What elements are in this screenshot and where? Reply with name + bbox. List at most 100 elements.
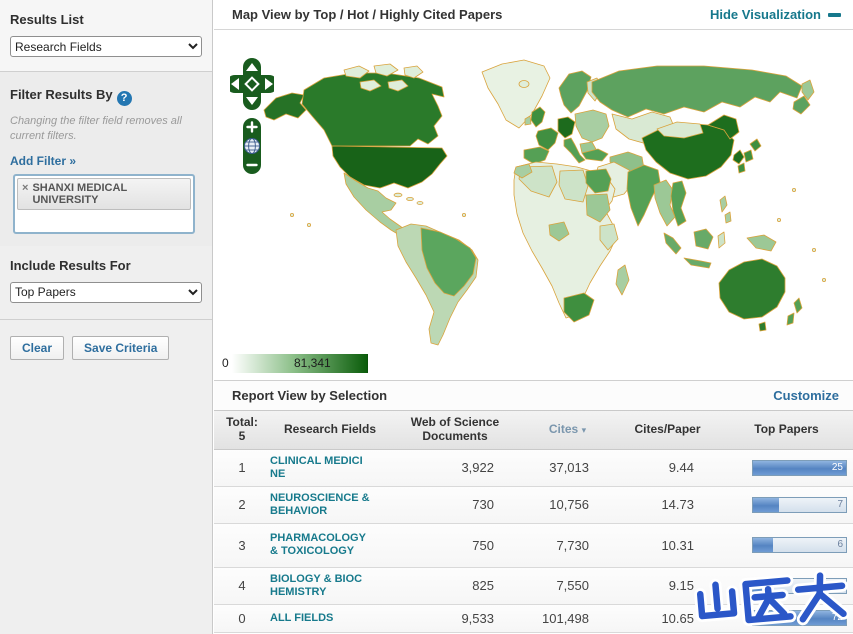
island-borneo[interactable] (693, 228, 714, 250)
report-table-header: Total: 5 Research Fields Web of Science … (214, 410, 853, 450)
top-papers-value: 6 (837, 539, 843, 551)
islet (812, 247, 817, 252)
results-list-select[interactable]: Research Fields (10, 36, 202, 57)
clear-button[interactable]: Clear (10, 335, 65, 360)
row-docs: 730 (472, 497, 494, 513)
world-map-visualization[interactable]: 0 81,341 (214, 30, 853, 380)
caribbean-island[interactable] (416, 201, 424, 205)
country-japan[interactable] (743, 149, 754, 163)
field-link[interactable]: ALL FIELDS (270, 612, 370, 625)
region-east-europe[interactable] (574, 109, 610, 143)
field-link[interactable]: NEUROSCIENCE & BEHAVIOR (270, 492, 370, 518)
caribbean-island[interactable] (406, 196, 414, 201)
map-navigation-controls[interactable] (230, 56, 274, 206)
filter-heading: Filter Results By (10, 87, 113, 102)
country-south-africa[interactable] (563, 292, 595, 323)
main-panel: Map View by Top / Hot / Highly Cited Pap… (214, 0, 853, 634)
country-korea[interactable] (732, 149, 745, 165)
row-cites: 7,730 (556, 537, 589, 553)
table-row: 0 ALL FIELDS 9,533 101,498 10.65 72 (214, 604, 853, 633)
row-docs: 825 (472, 578, 494, 594)
country-germany[interactable] (557, 116, 576, 139)
col-total: Total: 5 (226, 415, 258, 443)
country-japan[interactable] (749, 138, 762, 152)
row-docs: 750 (472, 537, 494, 553)
add-filter-link[interactable]: Add Filter » (10, 154, 76, 168)
results-list-section: Results List Research Fields (0, 0, 212, 72)
islet (822, 277, 827, 282)
report-header: Report View by Selection Customize (214, 380, 853, 410)
report-title: Report View by Selection (232, 388, 388, 403)
map-color-legend: 0 81,341 (222, 354, 372, 373)
islet (290, 212, 295, 217)
map-panel-header: Map View by Top / Hot / Highly Cited Pap… (214, 0, 853, 30)
col-top-papers: Top Papers (754, 422, 819, 437)
country-new-zealand[interactable] (793, 297, 803, 314)
island-tasmania[interactable] (758, 321, 767, 332)
filter-chip[interactable]: × SHANXI MEDICAL UNIVERSITY (17, 177, 191, 210)
col-documents: Web of Science Documents (410, 415, 500, 443)
country-spain[interactable] (523, 146, 550, 165)
row-cites: 37,013 (549, 460, 589, 476)
hide-visualization-link[interactable]: Hide Visualization (710, 7, 841, 22)
country-france[interactable] (535, 127, 559, 151)
report-table: Total: 5 Research Fields Web of Science … (214, 410, 853, 633)
row-cites-paper: 9.15 (668, 578, 694, 594)
row-cites-paper: 9.44 (668, 460, 694, 476)
save-criteria-button[interactable]: Save Criteria (72, 335, 170, 360)
active-filters-box: × SHANXI MEDICAL UNIVERSITY (13, 173, 195, 234)
table-row: 1 CLINICAL MEDICINE 3,922 37,013 9.44 25 (214, 450, 853, 487)
include-results-select[interactable]: Top Papers (10, 281, 202, 303)
remove-filter-icon[interactable]: × (22, 182, 28, 194)
country-philippines[interactable] (719, 195, 728, 213)
top-papers-bar: 25 (752, 459, 847, 476)
row-rank: 4 (238, 578, 246, 594)
country-australia[interactable] (718, 258, 786, 320)
row-rank: 2 (238, 497, 246, 513)
islet (777, 217, 782, 222)
legend-max-value: 81,341 (294, 356, 331, 370)
row-rank: 0 (238, 610, 246, 626)
island-sumatra[interactable] (663, 232, 682, 255)
row-cites: 10,756 (549, 497, 589, 513)
field-link[interactable]: BIOLOGY & BIOCHEMISTRY (270, 573, 370, 599)
choropleth-world-map[interactable] (214, 40, 853, 355)
filter-section: Filter Results By? Changing the filter f… (0, 72, 212, 246)
col-cites-sort[interactable]: Cites ▾ (520, 422, 615, 437)
row-rank: 3 (238, 537, 246, 553)
sort-descending-icon: ▾ (581, 425, 587, 436)
top-papers-value: 25 (831, 461, 843, 473)
col-cites-paper: Cites/Paper (634, 422, 701, 437)
globe-reset-icon[interactable] (244, 138, 260, 154)
island-new-guinea[interactable] (746, 234, 777, 252)
field-link[interactable]: PHARMACOLOGY & TOXICOLOGY (270, 532, 370, 558)
island-sulawesi[interactable] (717, 231, 726, 249)
row-cites-paper: 10.31 (661, 537, 694, 553)
region-scandinavia[interactable] (558, 70, 592, 114)
col-research-fields: Research Fields (283, 422, 377, 437)
island-java[interactable] (683, 257, 712, 269)
top-papers-bar: 3 (752, 577, 847, 594)
row-docs: 9,533 (461, 610, 494, 626)
field-link[interactable]: CLINICAL MEDICINE (270, 455, 370, 481)
country-iceland[interactable] (518, 80, 530, 88)
legend-min-value: 0 (222, 356, 229, 370)
caribbean-island[interactable] (393, 192, 403, 198)
help-icon[interactable]: ? (116, 91, 132, 106)
customize-link[interactable]: Customize (773, 388, 839, 403)
country-russia[interactable] (591, 65, 803, 118)
filter-chip-label: SHANXI MEDICAL UNIVERSITY (32, 181, 127, 206)
include-results-heading: Include Results For (10, 257, 131, 273)
country-philippines[interactable] (724, 211, 732, 224)
table-row: 3 PHARMACOLOGY & TOXICOLOGY 750 7,730 10… (214, 523, 853, 568)
collapse-icon (828, 12, 841, 17)
sidebar-buttons: Clear Save Criteria (0, 320, 212, 376)
results-list-heading: Results List (10, 12, 84, 27)
country-madagascar[interactable] (615, 264, 630, 296)
islet (461, 212, 466, 217)
country-new-zealand[interactable] (786, 312, 795, 326)
top-papers-value: 3 (837, 579, 843, 591)
country-japan[interactable] (737, 162, 746, 174)
islet (307, 222, 312, 227)
table-row: 4 BIOLOGY & BIOCHEMISTRY 825 7,550 9.15 … (214, 567, 853, 605)
